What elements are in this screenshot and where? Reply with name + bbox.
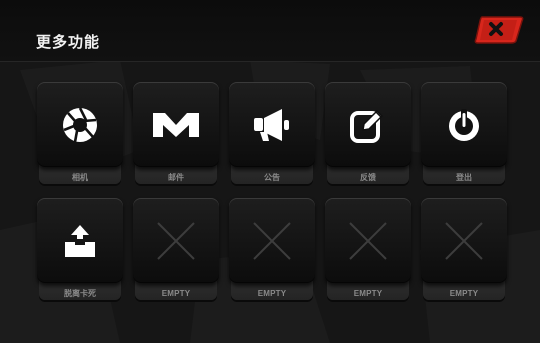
tile-face — [421, 82, 507, 167]
tile-face — [133, 198, 219, 283]
tile-label: 登出 — [456, 173, 472, 182]
tile-face — [325, 82, 411, 167]
empty-x-icon — [250, 219, 294, 263]
tile-label: 脱离卡死 — [64, 289, 96, 298]
mail-icon — [151, 110, 201, 140]
camera-aperture-icon — [61, 106, 99, 144]
power-icon — [445, 106, 483, 144]
tile-label: EMPTY — [257, 289, 287, 298]
tile-label: 邮件 — [168, 173, 184, 182]
unstuck-eject-icon — [63, 224, 97, 258]
tile-label: 公告 — [264, 173, 280, 182]
tile-label: EMPTY — [353, 289, 383, 298]
tile-empty[interactable]: EMPTY — [421, 198, 507, 302]
tile-announcement[interactable]: 公告 — [229, 82, 315, 186]
tile-face — [229, 198, 315, 283]
tile-empty[interactable]: EMPTY — [229, 198, 315, 302]
tile-face — [133, 82, 219, 167]
tile-label: EMPTY — [449, 289, 479, 298]
panel-title: 更多功能 — [36, 33, 101, 51]
tile-camera[interactable]: 相机 — [37, 82, 123, 186]
close-button[interactable] — [474, 15, 524, 45]
empty-x-icon — [442, 219, 486, 263]
tile-mail[interactable]: 邮件 — [133, 82, 219, 186]
tile-face — [421, 198, 507, 283]
tile-label: EMPTY — [161, 289, 191, 298]
tile-unstuck[interactable]: 脱离卡死 — [37, 198, 123, 302]
more-functions-panel: 更多功能 相机 邮件 公告 反馈 登出 脱离卡死 EMPTY EMPTY EMP… — [0, 0, 540, 343]
feedback-edit-icon — [349, 106, 387, 144]
tile-empty[interactable]: EMPTY — [325, 198, 411, 302]
close-icon — [474, 16, 524, 44]
header-bar: 更多功能 — [0, 0, 540, 62]
empty-x-icon — [154, 219, 198, 263]
tile-face — [37, 82, 123, 167]
tile-logout[interactable]: 登出 — [421, 82, 507, 186]
tile-feedback[interactable]: 反馈 — [325, 82, 411, 186]
tile-face — [229, 82, 315, 167]
tile-empty[interactable]: EMPTY — [133, 198, 219, 302]
tile-label: 反馈 — [360, 173, 376, 182]
tile-face — [325, 198, 411, 283]
empty-x-icon — [346, 219, 390, 263]
megaphone-icon — [252, 107, 292, 143]
tile-face — [37, 198, 123, 283]
tile-label: 相机 — [72, 173, 88, 182]
